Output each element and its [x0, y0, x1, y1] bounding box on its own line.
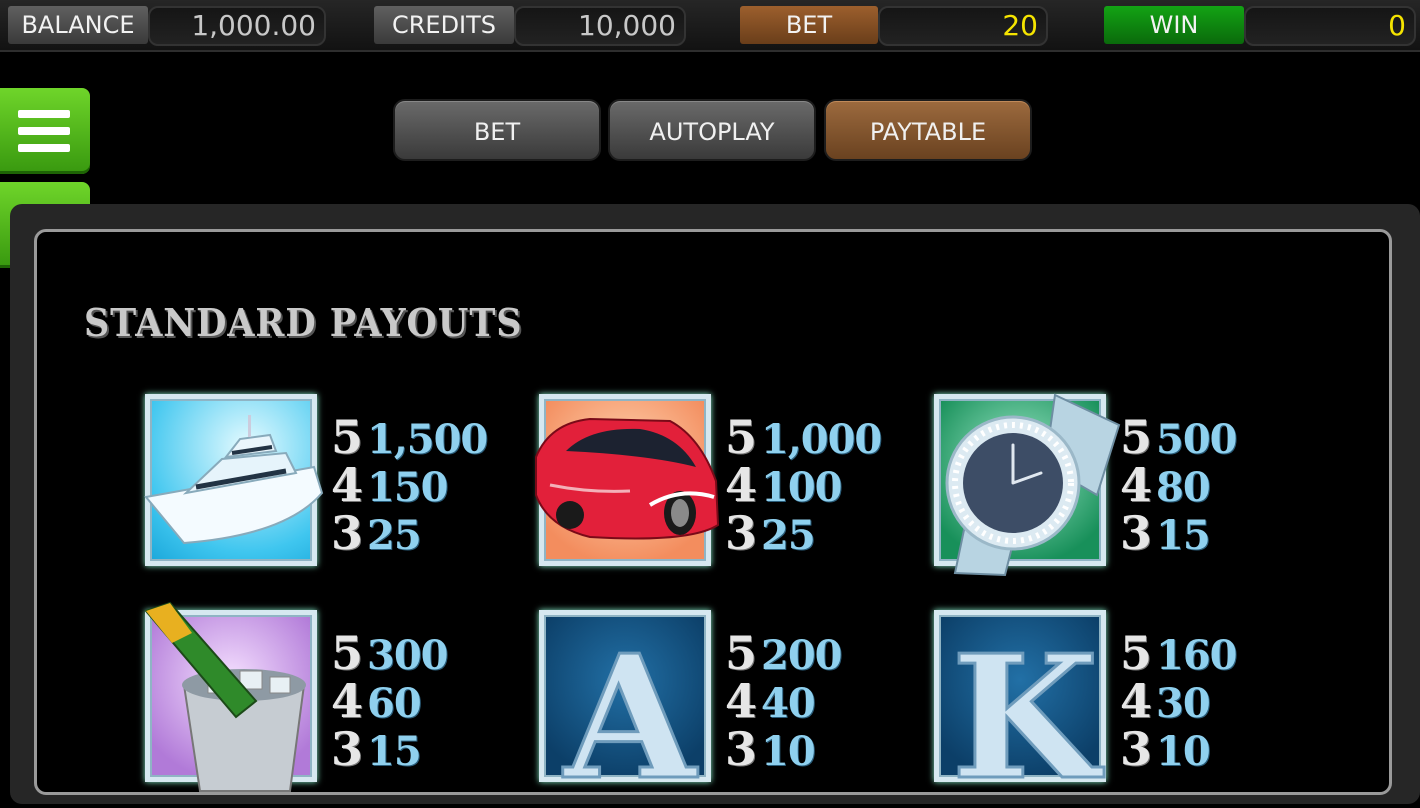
- ace-symbol: A: [539, 610, 711, 808]
- paytable-row-champagne: 5300 460 315: [144, 601, 515, 792]
- payout-line: 5500: [1120, 410, 1237, 464]
- ace-letter-icon: A: [561, 617, 700, 808]
- credits-value: 10,000: [514, 6, 686, 46]
- payout-line: 315: [331, 722, 422, 776]
- payout-line: 51,000: [725, 410, 882, 464]
- king-letter-icon: K: [950, 617, 1106, 808]
- svg-text:K: K: [951, 618, 1104, 808]
- payout-line: 430: [1120, 674, 1211, 728]
- tab-paytable[interactable]: PAYTABLE: [824, 99, 1032, 161]
- balance-value: 1,000.00: [148, 6, 326, 46]
- credits-label: CREDITS: [374, 6, 514, 44]
- payout-line: 480: [1120, 458, 1211, 512]
- sports-car-payouts: 51,000 4100 325: [725, 410, 882, 560]
- paytable-row-yacht: 51,500 4150 325: [144, 394, 515, 566]
- payout-line: 325: [725, 506, 816, 560]
- king-payouts: 5160 430 310: [1120, 626, 1237, 776]
- svg-text:A: A: [562, 618, 698, 808]
- menu-button[interactable]: [0, 88, 90, 174]
- paytable-row-ace: A 5200 440 310: [539, 610, 909, 808]
- watch-icon: [945, 393, 1121, 577]
- yacht-payouts: 51,500 4150 325: [331, 410, 488, 560]
- yacht-icon: [144, 415, 324, 545]
- win-label: WIN: [1104, 6, 1244, 44]
- paytable-title: STANDARD PAYOUTS: [84, 300, 523, 345]
- champagne-symbol: [144, 601, 317, 792]
- watch-symbol: [934, 393, 1121, 577]
- champagne-payouts: 5300 460 315: [331, 626, 448, 776]
- tab-bet[interactable]: BET: [393, 99, 601, 161]
- payout-line: 310: [725, 722, 816, 776]
- balance-label: BALANCE: [8, 6, 148, 44]
- bet-label: BET: [740, 6, 878, 44]
- payout-line: 440: [725, 674, 816, 728]
- watch-payouts: 5500 480 315: [1120, 410, 1237, 560]
- payout-line: 4100: [725, 458, 842, 512]
- champagne-bucket-icon: [144, 601, 306, 792]
- king-symbol: K: [934, 610, 1106, 808]
- ace-payouts: 5200 440 310: [725, 626, 842, 776]
- sports-car-icon: [535, 417, 720, 540]
- payout-line: 460: [331, 674, 422, 728]
- win-value: 0: [1244, 6, 1416, 46]
- payout-line: 5160: [1120, 626, 1237, 680]
- paytable-row-king: K 5160 430 310: [934, 610, 1304, 808]
- payout-line: 315: [1120, 506, 1211, 560]
- bet-value: 20: [878, 6, 1048, 46]
- status-bar: BALANCE 1,000.00 CREDITS 10,000 BET 20 W…: [0, 0, 1420, 52]
- payout-line: 325: [331, 506, 422, 560]
- payout-line: 51,500: [331, 410, 488, 464]
- paytable-row-watch: 5500 480 315: [934, 393, 1304, 577]
- payout-line: 310: [1120, 722, 1211, 776]
- payout-line: 5200: [725, 626, 842, 680]
- paytable-row-sports-car: 51,000 4100 325: [535, 394, 909, 566]
- payout-line: 5300: [331, 626, 448, 680]
- tab-autoplay[interactable]: AUTOPLAY: [608, 99, 816, 161]
- payout-line: 4150: [331, 458, 448, 512]
- yacht-symbol: [144, 394, 324, 566]
- sports-car-symbol: [535, 394, 720, 566]
